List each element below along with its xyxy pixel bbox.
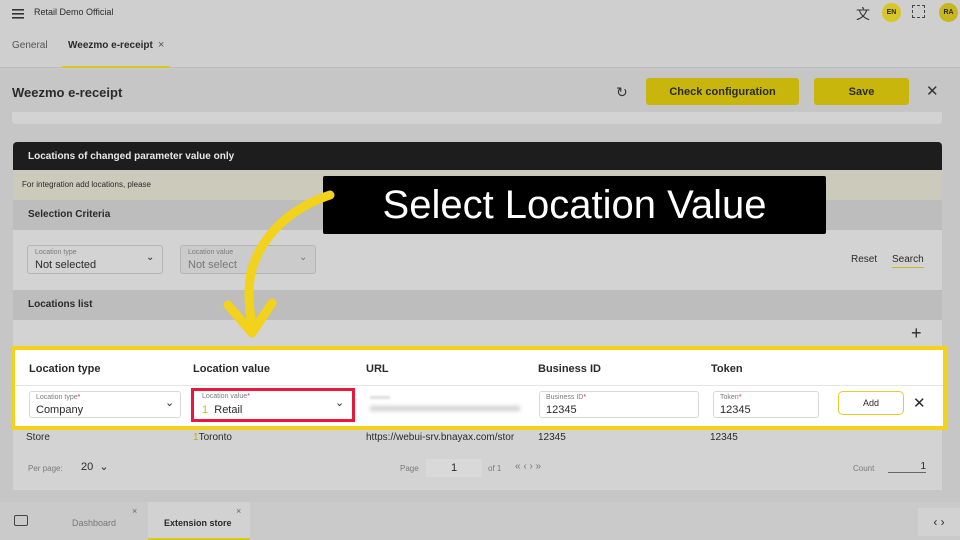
row-business-id: 12345 bbox=[538, 432, 566, 443]
windows-icon[interactable] bbox=[14, 515, 28, 526]
close-icon[interactable]: × bbox=[132, 506, 137, 516]
filter-location-type[interactable]: Location type Not selected ⌄ bbox=[27, 245, 163, 274]
count-label: Count bbox=[853, 464, 875, 473]
app-title: Retail Demo Official bbox=[34, 7, 114, 17]
info-text: For integration add locations, please bbox=[22, 180, 151, 189]
top-panel-strip bbox=[12, 112, 942, 124]
menu-icon[interactable] bbox=[12, 6, 24, 19]
token-field[interactable]: Token* 12345 bbox=[713, 391, 819, 418]
column-url: URL bbox=[366, 363, 389, 375]
bottom-tab-label: Extension store bbox=[164, 518, 232, 528]
locations-list-title: Locations list bbox=[28, 299, 93, 310]
table-header-row: Location type Location value URL Busines… bbox=[15, 350, 943, 386]
tab-label: Weezmo e-receipt bbox=[68, 40, 153, 51]
location-type-select[interactable]: Location type* Company ⌄ bbox=[29, 391, 181, 418]
field-label: Location value* bbox=[202, 393, 250, 400]
tab-weezmo-e-receipt[interactable]: Weezmo e-receipt × bbox=[62, 26, 170, 68]
reset-button[interactable]: Reset bbox=[851, 254, 877, 265]
bottom-bar: Dashboard × Extension store × ‹ › bbox=[0, 502, 960, 540]
bottom-tab-dashboard[interactable]: Dashboard × bbox=[52, 502, 144, 540]
url-field-blurred[interactable] bbox=[370, 394, 520, 416]
chevron-down-icon: ⌄ bbox=[335, 397, 345, 409]
column-token: Token bbox=[711, 363, 743, 375]
field-label: Business ID* bbox=[546, 394, 587, 401]
page-of: of 1 bbox=[488, 464, 502, 473]
language-badge[interactable]: EN bbox=[882, 3, 901, 22]
check-configuration-button[interactable]: Check configuration bbox=[646, 78, 799, 105]
bottom-tab-label: Dashboard bbox=[72, 518, 117, 528]
row-location-value: 1Toronto bbox=[193, 432, 232, 443]
field-value: Not selected bbox=[35, 259, 97, 271]
tab-general[interactable]: General bbox=[12, 40, 48, 51]
column-business-id: Business ID bbox=[538, 363, 601, 375]
locations-header-text: Locations of changed parameter value onl… bbox=[28, 151, 235, 162]
locations-list-bar: Locations list bbox=[13, 290, 942, 320]
close-icon[interactable]: × bbox=[236, 506, 241, 516]
row-url: https://webui-srv.bnayax.com/stor bbox=[366, 432, 515, 443]
arrow-annotation bbox=[223, 190, 335, 338]
page-title: Weezmo e-receipt bbox=[12, 85, 123, 100]
field-value: 12345 bbox=[720, 404, 751, 416]
close-icon[interactable]: × bbox=[158, 39, 164, 51]
locations-panel-header: Locations of changed parameter value onl… bbox=[13, 142, 942, 170]
page-nav-icons[interactable]: « ‹ › » bbox=[515, 461, 541, 472]
field-label: Location type bbox=[35, 249, 77, 256]
location-value-select[interactable]: Location value* 1 Retail ⌄ bbox=[191, 388, 355, 422]
field-label: Token* bbox=[720, 394, 742, 401]
column-location-type: Location type bbox=[29, 363, 101, 375]
page-input[interactable]: 1 bbox=[426, 459, 482, 477]
translate-icon[interactable]: 文 bbox=[856, 4, 870, 24]
overlay-banner: Select Location Value bbox=[323, 176, 826, 234]
bottom-tab-extension-store[interactable]: Extension store × bbox=[148, 502, 250, 540]
column-location-value: Location value bbox=[193, 363, 271, 375]
per-page-label: Per page: bbox=[28, 464, 63, 473]
chevron-down-icon: ⌄ bbox=[165, 397, 175, 409]
row-token: 12345 bbox=[710, 432, 738, 443]
field-value: 1 Retail bbox=[202, 404, 243, 416]
page-label: Page bbox=[400, 464, 419, 473]
business-id-field[interactable]: Business ID* 12345 bbox=[539, 391, 699, 418]
field-label: Location type* bbox=[36, 394, 81, 401]
avatar[interactable]: RA bbox=[939, 3, 958, 22]
chevron-down-icon: ⌄ bbox=[146, 252, 155, 263]
search-button[interactable]: Search bbox=[892, 254, 924, 268]
row-location-type: Store bbox=[26, 432, 50, 443]
selection-criteria-title: Selection Criteria bbox=[28, 209, 111, 220]
add-button[interactable]: Add bbox=[838, 391, 904, 415]
refresh-icon[interactable]: ↻ bbox=[616, 84, 628, 101]
save-button[interactable]: Save bbox=[814, 78, 909, 105]
field-value: 12345 bbox=[546, 404, 577, 416]
cancel-icon[interactable]: ✕ bbox=[913, 394, 926, 412]
edit-table: Location type Location value URL Busines… bbox=[11, 346, 947, 430]
scroll-tabs-control[interactable]: ‹ › bbox=[918, 508, 960, 536]
table-row[interactable]: Store 1Toronto https://webui-srv.bnayax.… bbox=[13, 430, 942, 448]
add-location-icon[interactable]: + bbox=[911, 323, 922, 344]
per-page-select[interactable]: 20 ⌄ bbox=[81, 460, 109, 473]
close-icon[interactable]: ✕ bbox=[926, 82, 939, 100]
count-value: 1 bbox=[888, 461, 926, 473]
field-value: Company bbox=[36, 404, 84, 416]
top-bar: Retail Demo Official 文 EN RA bbox=[0, 0, 960, 26]
fullscreen-icon[interactable] bbox=[912, 5, 925, 18]
pagination: Per page: 20 ⌄ Page 1 of 1 « ‹ › » Count… bbox=[13, 455, 942, 481]
tab-bar: General Weezmo e-receipt × bbox=[0, 26, 960, 68]
